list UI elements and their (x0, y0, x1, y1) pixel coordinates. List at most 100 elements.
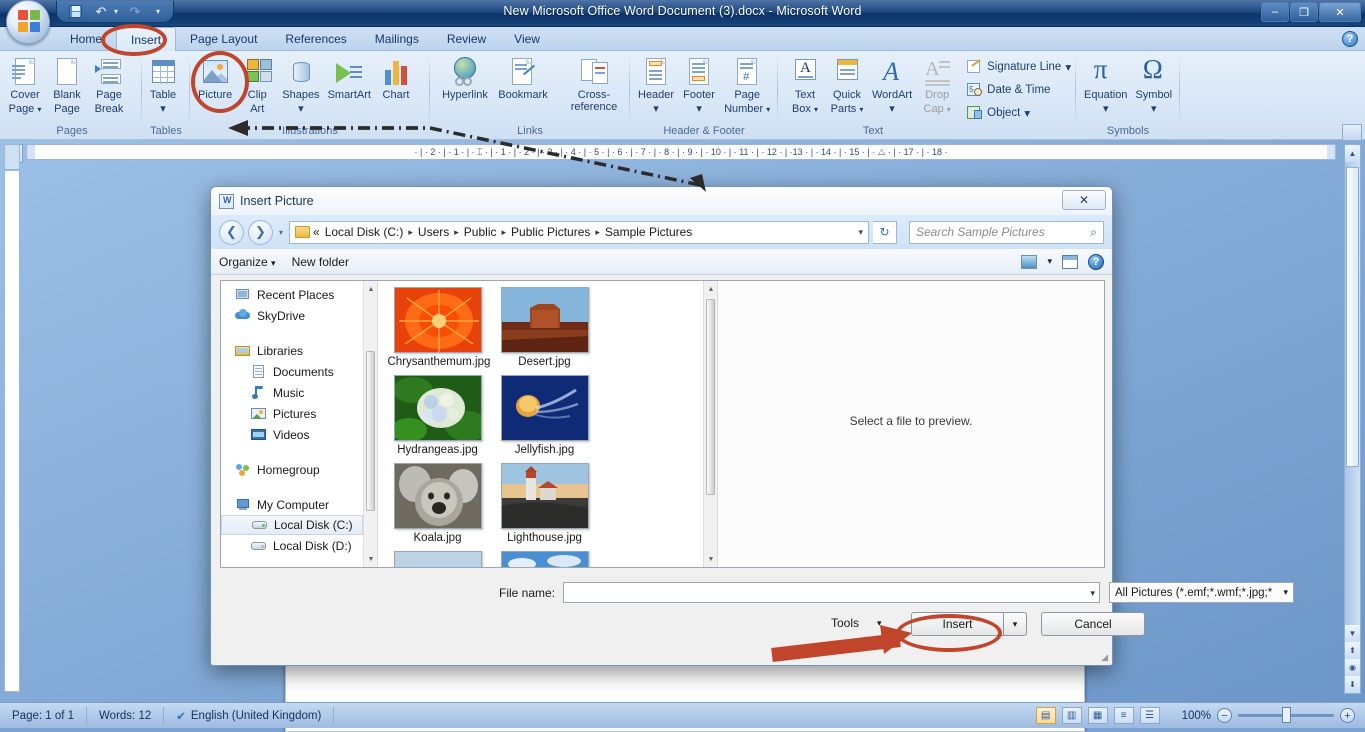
breadcrumb-item-users[interactable]: Users (416, 224, 451, 240)
view-print-layout-button[interactable]: ▤ (1036, 707, 1056, 724)
select-browse-object-button[interactable] (1342, 124, 1362, 141)
nav-item-skydrive[interactable]: SkyDrive (221, 305, 363, 326)
nav-item-recent-places[interactable]: Recent Places (221, 284, 363, 305)
file-name-input[interactable]: ▾ (563, 582, 1100, 603)
nav-item-local-disk-d[interactable]: Local Disk (D:) (221, 535, 363, 556)
cross-reference-button[interactable]: Cross-reference (552, 54, 636, 113)
smartart-button[interactable]: SmartArt (324, 54, 375, 102)
status-page[interactable]: Page: 1 of 1 (0, 707, 87, 725)
scroll-down-button[interactable]: ▼ (364, 551, 378, 567)
nav-item-documents[interactable]: Documents (221, 361, 363, 382)
file-item[interactable]: Hydrangeas.jpg (384, 375, 491, 457)
cover-page-button[interactable]: Cover Page ▾ (4, 54, 46, 115)
undo-button[interactable]: ↶ (91, 2, 111, 21)
breadcrumb-separator-icon[interactable]: ▸ (595, 227, 600, 238)
breadcrumb-overflow[interactable]: « (313, 225, 320, 239)
drop-cap-button[interactable]: A Drop Cap ▾ (916, 54, 958, 115)
file-item[interactable]: Jellyfish.jpg (491, 375, 598, 457)
redo-button[interactable]: ↷ (125, 2, 145, 21)
date-time-button[interactable]: 5 Date & Time (964, 79, 1074, 100)
breadcrumb-item-public-pictures[interactable]: Public Pictures (509, 224, 592, 240)
customize-qat-button[interactable]: ▾ (151, 2, 165, 21)
tools-button[interactable]: Tools ▾ (831, 616, 882, 630)
file-item[interactable]: Koala.jpg (384, 463, 491, 545)
zoom-in-button[interactable]: + (1340, 708, 1355, 723)
header-button[interactable]: Header ▾ (634, 54, 678, 115)
hyperlink-button[interactable]: Hyperlink (436, 54, 494, 102)
chevron-down-icon[interactable]: ▾ (858, 227, 863, 238)
view-full-screen-reading-button[interactable]: ▥ (1062, 707, 1082, 724)
footer-button[interactable]: Footer ▾ (678, 54, 720, 115)
scrollbar-thumb[interactable] (706, 299, 715, 495)
select-browse-object[interactable]: ◉ (1345, 659, 1360, 676)
blank-page-button[interactable]: Blank Page (46, 54, 88, 115)
new-folder-button[interactable]: New folder (292, 255, 349, 269)
breadcrumb-item-public[interactable]: Public (462, 224, 499, 240)
file-item[interactable]: Chrysanthemum.jpg (384, 287, 491, 369)
clip-art-button[interactable]: Clip Art (236, 54, 278, 115)
wordart-button[interactable]: A WordArt ▾ (868, 54, 916, 115)
breadcrumb-separator-icon[interactable]: ▸ (501, 227, 506, 238)
status-words[interactable]: Words: 12 (87, 707, 164, 725)
page-break-button[interactable]: Page Break (88, 54, 130, 115)
scroll-up-button[interactable]: ▲ (364, 281, 378, 297)
save-button[interactable] (65, 2, 85, 21)
breadcrumb-item-local-disk-c[interactable]: Local Disk (C:) (323, 224, 406, 240)
scroll-down-button[interactable]: ▼ (704, 551, 718, 567)
chevron-down-icon[interactable]: ▾ (1090, 588, 1095, 599)
scrollbar-thumb[interactable] (1346, 167, 1359, 467)
breadcrumb-separator-icon[interactable]: ▸ (408, 227, 413, 238)
tab-view[interactable]: View (500, 27, 554, 51)
zoom-slider-thumb[interactable] (1282, 707, 1291, 723)
scrollbar-thumb[interactable] (366, 351, 375, 511)
organize-button[interactable]: Organize ▾ (219, 255, 276, 269)
search-input[interactable]: Search Sample Pictures ⌕ (909, 221, 1104, 244)
nav-item-music[interactable]: Music (221, 382, 363, 403)
help-icon[interactable]: ? (1088, 254, 1104, 270)
vertical-ruler[interactable] (4, 144, 20, 692)
help-icon[interactable]: ? (1342, 31, 1358, 47)
zoom-slider[interactable] (1238, 714, 1334, 717)
chart-button[interactable]: Chart (375, 54, 417, 102)
signature-line-button[interactable]: Signature Line ▾ (964, 56, 1074, 77)
symbol-button[interactable]: Ω Symbol ▾ (1131, 54, 1176, 115)
file-list-scrollbar[interactable]: ▲ ▼ (703, 281, 717, 567)
minimize-button[interactable]: – (1261, 2, 1289, 22)
equation-button[interactable]: π Equation ▾ (1080, 54, 1131, 115)
insert-button[interactable]: Insert (911, 612, 1003, 636)
close-button[interactable]: ✕ (1319, 2, 1361, 22)
tab-home[interactable]: Home (56, 27, 116, 51)
bookmark-button[interactable]: Bookmark (494, 54, 552, 102)
view-outline-button[interactable]: ≡ (1114, 707, 1134, 724)
scroll-up-button[interactable]: ▲ (1345, 145, 1360, 162)
nav-item-local-disk-c[interactable]: Local Disk (C:) (221, 515, 363, 535)
object-button[interactable]: Object ▾ (964, 102, 1074, 123)
zoom-out-button[interactable]: − (1217, 708, 1232, 723)
file-item[interactable]: Lighthouse.jpg (491, 463, 598, 545)
nav-item-homegroup[interactable]: Homegroup (221, 459, 363, 480)
vertical-scrollbar[interactable]: ▲ ▼ ⬆ ◉ ⬇ (1344, 144, 1361, 694)
recent-locations-button[interactable]: ▾ (277, 228, 285, 237)
status-language[interactable]: ✔ English (United Kingdom) (164, 707, 334, 725)
nav-item-videos[interactable]: Videos (221, 424, 363, 445)
change-view-icon[interactable] (1021, 255, 1037, 269)
insert-dropdown-button[interactable]: ▾ (1003, 612, 1027, 636)
previous-page-button[interactable]: ⬆ (1345, 642, 1360, 659)
tab-review[interactable]: Review (433, 27, 500, 51)
tab-references[interactable]: References (271, 27, 360, 51)
tab-page-layout[interactable]: Page Layout (176, 27, 271, 51)
nav-item-pictures[interactable]: Pictures (221, 403, 363, 424)
refresh-button[interactable]: ↻ (873, 221, 897, 244)
restore-button[interactable]: ❐ (1290, 2, 1318, 22)
breadcrumb-item-sample-pictures[interactable]: Sample Pictures (603, 224, 694, 240)
zoom-level-label[interactable]: 100% (1182, 710, 1211, 722)
nav-item-my-computer[interactable]: My Computer (221, 494, 363, 515)
undo-dropdown[interactable]: ▾ (111, 2, 121, 21)
file-item[interactable]: Penguins.jpg (384, 551, 491, 567)
resize-grip[interactable]: ◢ (1101, 652, 1108, 663)
picture-button[interactable]: Picture (194, 54, 236, 102)
file-item[interactable]: Desert.jpg (491, 287, 598, 369)
office-button[interactable] (2, 0, 54, 50)
next-page-button[interactable]: ⬇ (1345, 676, 1360, 693)
view-web-layout-button[interactable]: ▦ (1088, 707, 1108, 724)
